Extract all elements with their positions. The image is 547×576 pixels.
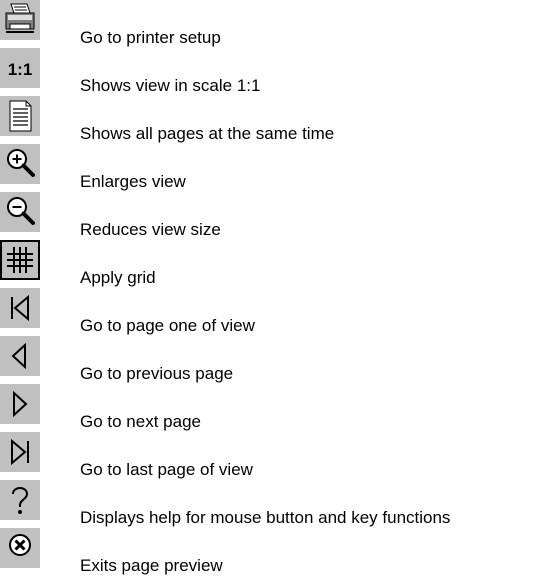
exit-icon[interactable]	[0, 528, 40, 568]
help-icon[interactable]	[0, 480, 40, 520]
next-page-icon[interactable]	[0, 384, 40, 424]
printer-setup-row: Go to printer setup	[0, 0, 547, 48]
printer-setup-label: Go to printer setup	[80, 28, 221, 47]
all-pages-icon[interactable]	[0, 96, 40, 136]
previous-page-row: Go to previous page	[0, 336, 547, 384]
grid-label: Apply grid	[80, 268, 156, 287]
all-pages-label: Shows all pages at the same time	[80, 124, 335, 143]
last-page-row: Go to last page of view	[0, 432, 547, 480]
first-page-row: Go to page one of view	[0, 288, 547, 336]
zoom-in-icon[interactable]	[0, 144, 40, 184]
scale-1-1-icon-text: 1:1	[8, 60, 33, 79]
grid-icon[interactable]	[0, 240, 40, 280]
exit-label: Exits page preview	[80, 556, 223, 575]
zoom-out-label: Reduces view size	[80, 220, 221, 239]
zoom-in-label: Enlarges view	[80, 172, 186, 191]
first-page-label: Go to page one of view	[80, 316, 255, 335]
previous-page-icon[interactable]	[0, 336, 40, 376]
scale-1-1-icon[interactable]: 1:1	[0, 48, 40, 88]
help-row: Displays help for mouse button and key f…	[0, 480, 547, 528]
last-page-label: Go to last page of view	[80, 460, 253, 479]
zoom-out-row: Reduces view size	[0, 192, 547, 240]
zoom-in-row: Enlarges view	[0, 144, 547, 192]
printer-icon[interactable]	[0, 0, 40, 40]
next-page-label: Go to next page	[80, 412, 201, 431]
next-page-row: Go to next page	[0, 384, 547, 432]
scale-1-1-row: 1:1 Shows view in scale 1:1	[0, 48, 547, 96]
scale-1-1-label: Shows view in scale 1:1	[80, 76, 261, 95]
grid-row: Apply grid	[0, 240, 547, 288]
help-label: Displays help for mouse button and key f…	[80, 508, 451, 527]
zoom-out-icon[interactable]	[0, 192, 40, 232]
previous-page-label: Go to previous page	[80, 364, 234, 383]
first-page-icon[interactable]	[0, 288, 40, 328]
all-pages-row: Shows all pages at the same time	[0, 96, 547, 144]
exit-row: Exits page preview	[0, 528, 547, 576]
last-page-icon[interactable]	[0, 432, 40, 472]
